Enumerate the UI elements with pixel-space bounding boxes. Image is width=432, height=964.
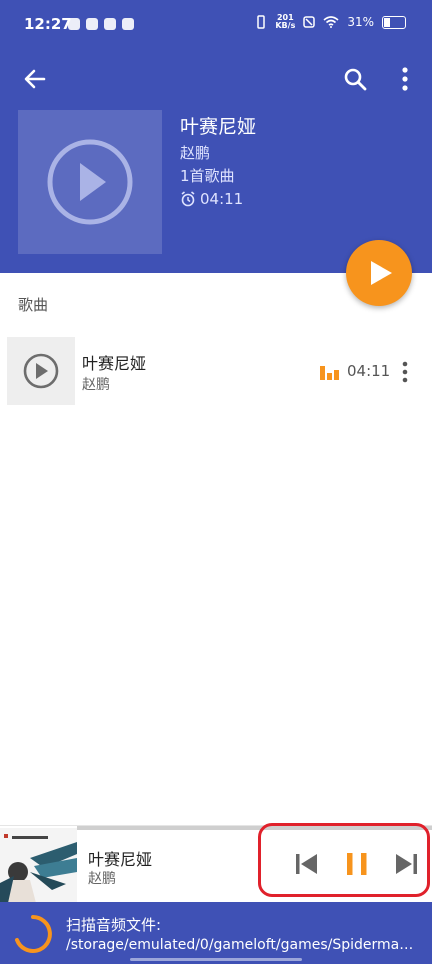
wifi-icon: [323, 16, 339, 28]
vibrate-icon: [257, 15, 266, 29]
sim-off-icon: [303, 16, 316, 28]
scan-label: 扫描音频文件:: [66, 916, 162, 934]
mini-player-artist: 赵鹏: [88, 871, 116, 887]
play-icon: [371, 261, 392, 285]
more-options-button[interactable]: [395, 64, 415, 94]
playback-progress-fill: [77, 826, 273, 830]
play-circle-icon: [23, 353, 59, 389]
album-title: 叶赛尼娅: [180, 116, 257, 138]
song-duration: 04:11: [347, 362, 391, 380]
home-indicator[interactable]: [130, 958, 302, 961]
song-artist: 赵鹏: [82, 377, 110, 393]
song-more-button[interactable]: [398, 360, 412, 384]
battery-icon: [382, 15, 406, 29]
album-cover[interactable]: [18, 110, 162, 254]
song-thumbnail: [7, 337, 75, 405]
notification-icon: [104, 18, 116, 30]
network-speed: 201 KB/s: [275, 13, 296, 30]
scan-path: /storage/emulated/0/gameloft/games/Spide…: [66, 937, 418, 953]
notification-icons: [68, 18, 134, 30]
previous-track-button[interactable]: [294, 850, 320, 878]
alarm-clock-icon: [181, 191, 195, 207]
now-playing-equalizer-icon: [320, 366, 339, 380]
loading-spinner-icon: [15, 915, 52, 953]
album-duration-row: 04:11: [180, 190, 243, 208]
notification-icon: [86, 18, 98, 30]
song-list-item[interactable]: 叶赛尼娅 赵鹏 04:11: [0, 336, 432, 406]
back-button[interactable]: [20, 64, 50, 94]
battery-percent: 31%: [347, 15, 374, 29]
album-artist: 赵鹏: [180, 144, 211, 162]
album-song-count: 1首歌曲: [180, 167, 235, 185]
mini-player-artwork[interactable]: [0, 828, 77, 903]
scan-status-bar: 扫描音频文件: /storage/emulated/0/gameloft/gam…: [0, 902, 432, 964]
album-header: 叶赛尼娅 赵鹏 1首歌曲 04:11: [0, 44, 432, 273]
status-time: 12:27: [24, 15, 72, 33]
album-artwork-image: [0, 828, 77, 903]
pause-button[interactable]: [344, 850, 370, 878]
status-bar: 12:27 201 KB/s 31%: [0, 0, 432, 44]
mini-player-title: 叶赛尼娅: [88, 850, 153, 869]
play-circle-icon: [47, 139, 133, 225]
next-track-button[interactable]: [393, 850, 419, 878]
search-button[interactable]: [340, 64, 370, 94]
section-title-songs: 歌曲: [18, 296, 49, 314]
notification-icon: [122, 18, 134, 30]
play-all-button[interactable]: [346, 240, 412, 306]
album-duration: 04:11: [200, 190, 244, 208]
song-title: 叶赛尼娅: [82, 354, 147, 373]
notification-icon: [68, 18, 80, 30]
